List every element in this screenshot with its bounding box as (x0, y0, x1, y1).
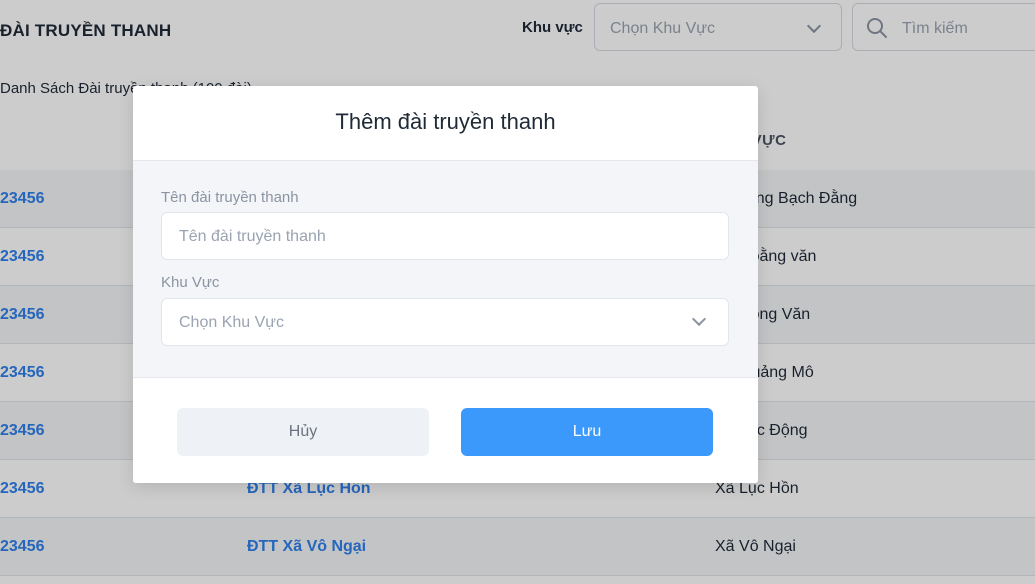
region-select-placeholder: Chọn Khu Vực (179, 314, 284, 331)
add-station-dialog: Thêm đài truyền thanh Tên đài truyền tha… (133, 86, 758, 483)
dialog-header: Thêm đài truyền thanh (133, 86, 758, 161)
cancel-button[interactable]: Hủy (177, 408, 429, 456)
station-name-placeholder: Tên đài truyền thanh (179, 228, 326, 245)
region-label: Khu Vực (161, 274, 220, 291)
save-button[interactable]: Lưu (461, 408, 713, 456)
station-name-input[interactable]: Tên đài truyền thanh (161, 212, 729, 260)
station-name-label: Tên đài truyền thanh (161, 189, 299, 206)
dialog-title: Thêm đài truyền thanh (335, 109, 556, 134)
region-select[interactable]: Chọn Khu Vực (161, 298, 729, 346)
dialog-body: Tên đài truyền thanh Tên đài truyền than… (133, 161, 758, 377)
chevron-down-icon (691, 311, 707, 327)
dialog-footer: Hủy Lưu (133, 377, 758, 483)
